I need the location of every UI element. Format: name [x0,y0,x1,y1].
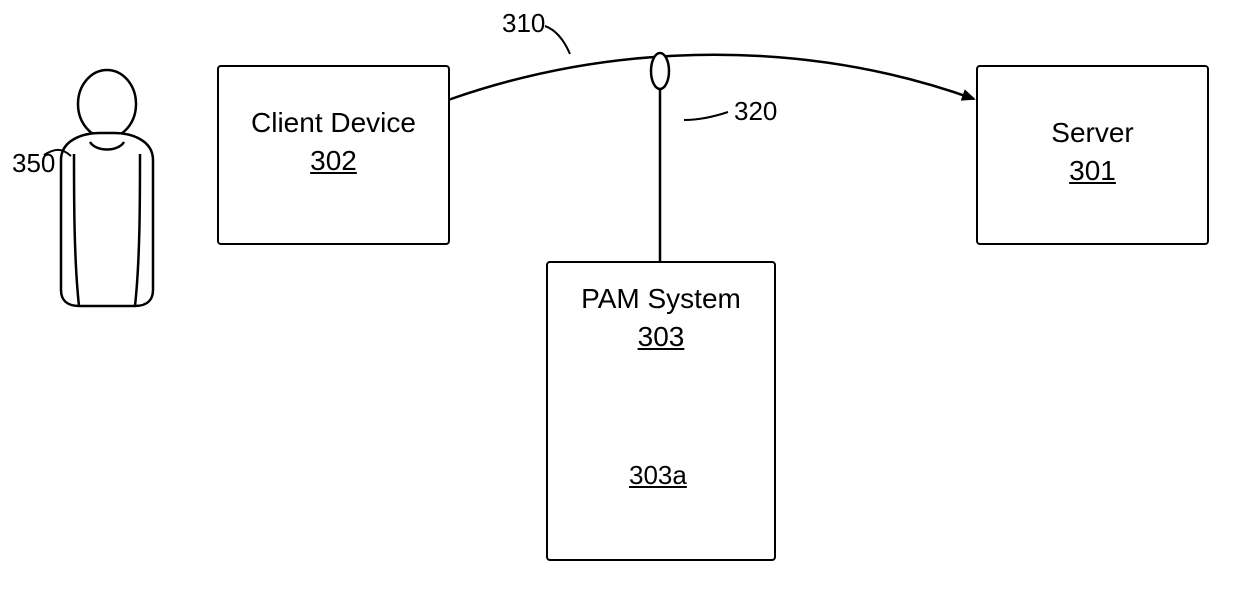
database-ref: 303a [629,460,687,491]
server-title: Server [1051,117,1133,149]
diagram-canvas: Client Device 302 Server 301 PAM System … [0,0,1240,596]
label-320: 320 [734,96,777,127]
server-box: Server 301 [976,65,1209,245]
user-icon [61,70,153,306]
client-device-title: Client Device [251,107,416,139]
client-device-ref: 302 [310,145,357,177]
server-ref: 301 [1069,155,1116,187]
leader-310 [545,26,570,54]
client-device-box: Client Device 302 [217,65,450,245]
connection-arrow-310 [451,55,974,99]
tap-node [651,53,669,89]
pam-system-box: PAM System 303 [546,261,776,561]
label-310: 310 [502,8,545,39]
label-350: 350 [12,148,55,179]
pam-system-ref: 303 [638,321,685,353]
leader-320 [684,112,728,120]
pam-system-title: PAM System [581,283,741,315]
